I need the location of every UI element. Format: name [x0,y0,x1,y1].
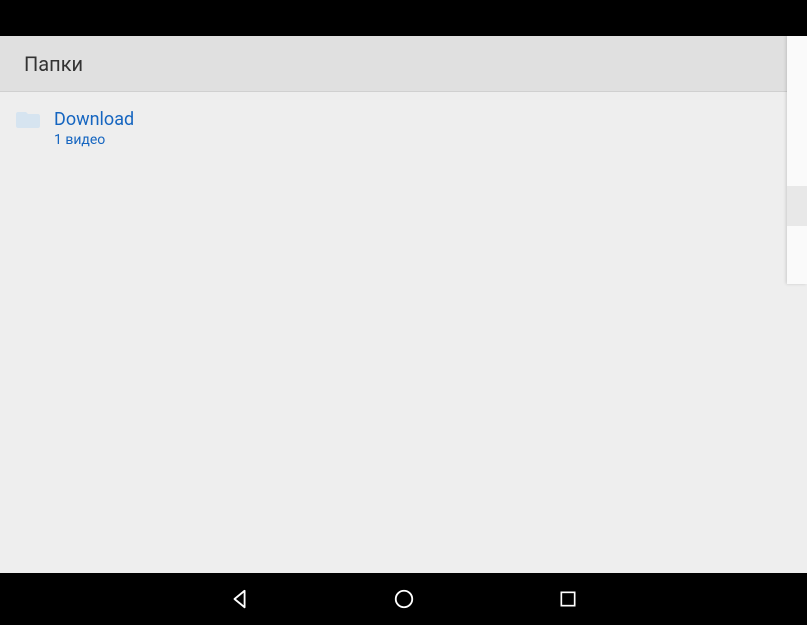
back-button[interactable] [228,587,252,611]
content-area: Папки Download 1 видео [0,36,807,573]
recent-apps-button[interactable] [556,587,580,611]
folder-text: Download 1 видео [54,108,134,151]
status-bar [0,0,807,36]
folder-name: Download [54,108,134,131]
header: Папки [0,36,807,92]
folder-item-download[interactable]: Download 1 видео [0,100,807,159]
side-panel-segment [787,186,807,226]
page-title: Папки [24,52,83,76]
home-button[interactable] [392,587,416,611]
folder-icon [16,110,40,130]
side-panel [787,36,807,284]
navigation-bar [0,573,807,625]
folder-list: Download 1 видео [0,92,807,167]
folder-count: 1 видео [54,131,134,151]
